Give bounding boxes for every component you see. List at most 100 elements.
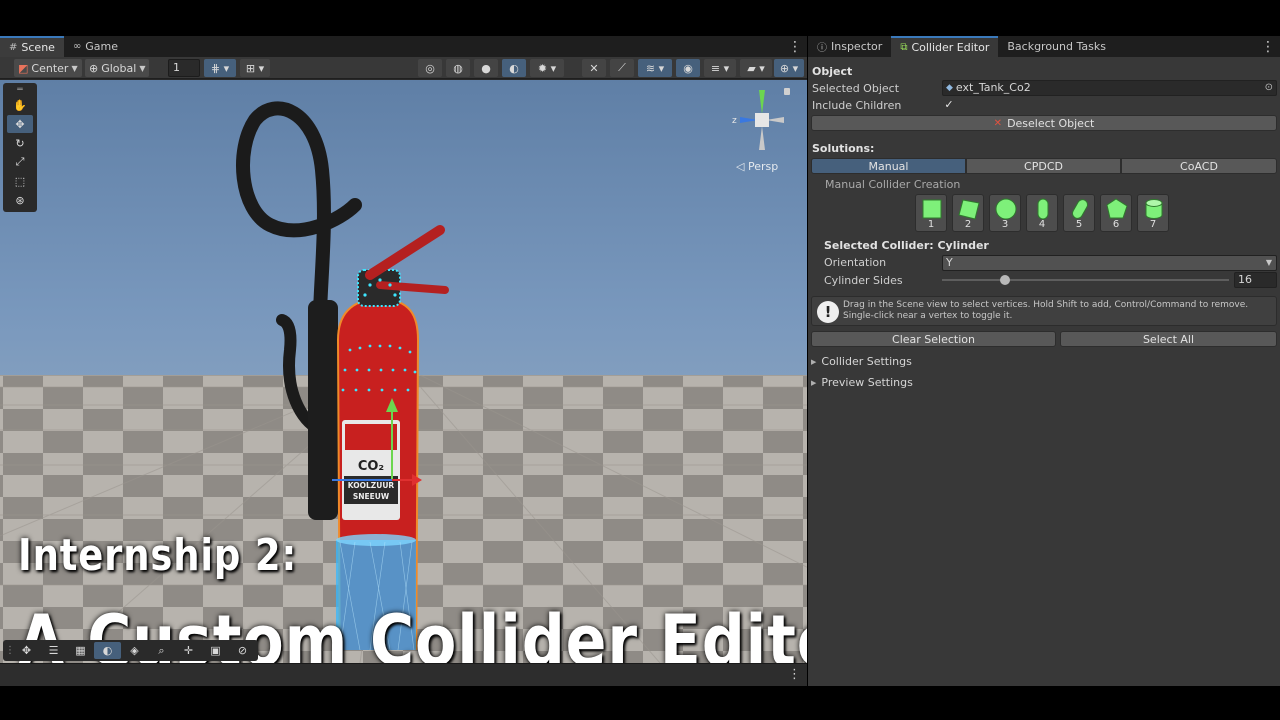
- scale-icon: ⤢: [15, 155, 25, 168]
- tool-palette: ═ ✋ ✥ ↻ ⤢ ⬚ ⊛: [3, 83, 37, 212]
- draw-mode-button[interactable]: ◎: [418, 59, 442, 77]
- overlay-shading-button[interactable]: ◐: [94, 642, 121, 659]
- overlay-pivot-button[interactable]: ✛: [175, 642, 202, 659]
- shape-button-2[interactable]: 2: [952, 194, 984, 232]
- shape-number: 6: [1112, 219, 1120, 230]
- shaded-button[interactable]: ●: [474, 59, 498, 77]
- shape-button-4[interactable]: 4: [1026, 194, 1058, 232]
- grid-snap-button[interactable]: ⋕ ▾: [204, 59, 236, 77]
- info-icon: ⓘ: [817, 43, 827, 54]
- solutions-title: Solutions:: [812, 142, 875, 155]
- transform-tool-button[interactable]: ⊛: [7, 191, 33, 209]
- rect-tool-button[interactable]: ⬚: [7, 172, 33, 190]
- tab-game-label: Game: [85, 40, 119, 53]
- overlay-move-button[interactable]: ✥: [13, 642, 40, 659]
- increment-snap-icon: ⊞ ▾: [245, 61, 265, 75]
- collider-settings-foldout[interactable]: ▶ Collider Settings: [811, 355, 912, 368]
- effects-toggle-button[interactable]: ⟋: [610, 59, 634, 77]
- camera-icon: ▣: [210, 644, 221, 657]
- overlay-camera-button[interactable]: ▣: [202, 642, 229, 659]
- cylinder-sides-field[interactable]: 16: [1234, 272, 1277, 288]
- pivot-label: Center: [31, 61, 69, 75]
- tilted-capsule-collider-icon: [1072, 199, 1088, 219]
- tab-scene[interactable]: # Scene: [0, 36, 64, 57]
- mesh-object-icon: ◆: [946, 83, 953, 93]
- collider-editor-body: Object Selected Object ◆ ext_Tank_Co2 ⊙ …: [808, 58, 1280, 686]
- scale-tool-button[interactable]: ⤢: [7, 153, 33, 171]
- object-picker-icon[interactable]: ⊙: [1265, 81, 1273, 95]
- shape-button-5[interactable]: 5: [1063, 194, 1095, 232]
- pivot-icon: ◩: [18, 61, 29, 75]
- gizmo-axis-z: z: [732, 116, 737, 126]
- status-menu-icon[interactable]: ⋮: [788, 667, 801, 682]
- cylinder-sides-slider-track[interactable]: [942, 279, 1229, 281]
- solution-tab-coacd[interactable]: CoACD: [1121, 158, 1277, 174]
- scene-window: # Scene ∞ Game ⋮ ◩ Center ▼ ⊕ Global ▼ 1…: [0, 36, 807, 686]
- include-children-checkbox[interactable]: ✓: [942, 98, 956, 112]
- shape-number: 1: [927, 219, 935, 230]
- checkmark-icon: ✓: [944, 98, 954, 111]
- overlay-compass-button[interactable]: ⊘: [229, 642, 256, 659]
- capsule-collider-icon: [1037, 198, 1049, 220]
- rotate-icon: ↻: [15, 136, 25, 150]
- space-label: Global: [101, 61, 137, 75]
- shape-button-1[interactable]: 1: [915, 194, 947, 232]
- overlay-grip-icon[interactable]: ⋮: [5, 645, 15, 656]
- selected-collider-title: Selected Collider: Cylinder: [824, 239, 989, 252]
- overlay-grid-button[interactable]: ▦: [67, 642, 94, 659]
- overlay-layers-button[interactable]: ◈: [121, 642, 148, 659]
- shaded-wire-button[interactable]: ◍: [446, 59, 470, 77]
- gizmos-dropdown-button[interactable]: ⊕ ▾: [774, 59, 804, 77]
- grid-size-field[interactable]: 1: [168, 59, 200, 77]
- tab-inspector[interactable]: ⓘ Inspector: [808, 36, 891, 57]
- move-tool-button[interactable]: ✥: [7, 115, 33, 133]
- wire-sphere-icon: ◎: [425, 61, 435, 75]
- collider-icon: ⧉: [900, 42, 908, 53]
- shape-button-3[interactable]: 3: [989, 194, 1021, 232]
- shape-button-6[interactable]: 6: [1100, 194, 1132, 232]
- lighting-toggle-button[interactable]: ✹ ▾: [530, 59, 564, 77]
- overlay-settings-button[interactable]: ☰: [40, 642, 67, 659]
- warning-icon: !: [817, 301, 839, 323]
- preview-settings-foldout[interactable]: ▶ Preview Settings: [811, 376, 913, 389]
- selected-object-label: Selected Object: [812, 82, 900, 95]
- gamepad-icon: ∞: [72, 41, 82, 52]
- audio-toggle-button[interactable]: ✕: [582, 59, 606, 77]
- panel-menu-icon[interactable]: ⋮: [1256, 36, 1280, 57]
- shape-button-7[interactable]: 7: [1137, 194, 1169, 232]
- rotated-box-collider-icon: [958, 199, 980, 220]
- visibility-button[interactable]: ◉: [676, 59, 700, 77]
- clear-selection-button[interactable]: Clear Selection: [811, 331, 1056, 347]
- palette-grip-icon[interactable]: ═: [5, 85, 35, 95]
- increment-snap-button[interactable]: ⊞ ▾: [240, 59, 270, 77]
- select-all-button[interactable]: Select All: [1060, 331, 1277, 347]
- fx-dropdown-button[interactable]: ≋ ▾: [638, 59, 672, 77]
- camera-dropdown-button[interactable]: ▰ ▾: [740, 59, 772, 77]
- tab-game[interactable]: ∞ Game: [64, 36, 127, 57]
- preview-settings-label: Preview Settings: [821, 376, 913, 389]
- solution-tab-cpdcd[interactable]: CPDCD: [966, 158, 1121, 174]
- tab-background-tasks[interactable]: Background Tasks: [998, 36, 1115, 57]
- sun-icon: ✹ ▾: [537, 61, 557, 75]
- hand-tool-button[interactable]: ✋: [7, 96, 33, 114]
- scene-viewport[interactable]: CO₂ KOOLZUUR SNEEUW ═ ✋ ✥ ↻ ⤢ ⬚ ⊛ z ◁ Pe…: [0, 80, 807, 663]
- stack-icon: ≡ ▾: [710, 61, 730, 75]
- solution-tab-manual[interactable]: Manual: [811, 158, 966, 174]
- projection-label[interactable]: ◁ Persp: [736, 160, 778, 173]
- tab-collider-editor[interactable]: ⧉ Collider Editor: [891, 36, 999, 57]
- orientation-dropdown[interactable]: Y ▼: [942, 255, 1277, 271]
- scene-menu-icon[interactable]: ⋮: [783, 36, 807, 57]
- lighting-button[interactable]: ◐: [502, 59, 526, 77]
- overlay-search-button[interactable]: ⌕: [148, 642, 175, 659]
- rotate-tool-button[interactable]: ↻: [7, 134, 33, 152]
- cylinder-sides-slider-handle[interactable]: [1000, 275, 1011, 285]
- deselect-object-button[interactable]: ✕ Deselect Object: [811, 115, 1277, 131]
- space-dropdown[interactable]: ⊕ Global ▼: [85, 59, 150, 77]
- letterbox-top: [0, 0, 1280, 36]
- scene-toolbar: ◩ Center ▼ ⊕ Global ▼ 1 ⋕ ▾ ⊞ ▾ ◎ ◍ ● ◐ …: [0, 57, 807, 79]
- camera-icon: ▰ ▾: [747, 61, 765, 75]
- layers-dropdown-button[interactable]: ≡ ▾: [704, 59, 736, 77]
- layers-icon: ◈: [130, 644, 139, 657]
- pivot-dropdown[interactable]: ◩ Center ▼: [14, 59, 82, 77]
- selected-object-field[interactable]: ◆ ext_Tank_Co2 ⊙: [942, 80, 1277, 96]
